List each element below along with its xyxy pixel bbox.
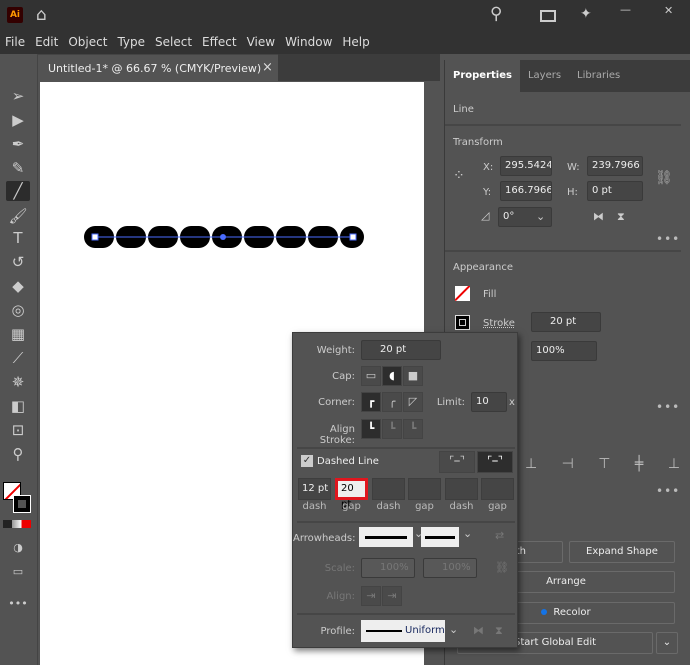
align-outside-button: ┗ bbox=[403, 419, 423, 439]
expand-shape-button[interactable]: Expand Shape bbox=[569, 541, 675, 563]
tab-properties[interactable]: Properties bbox=[445, 60, 520, 92]
dashed-line-label: Dashed Line bbox=[317, 456, 379, 467]
align-stroke-label: Align Stroke: bbox=[319, 424, 355, 446]
fill-label[interactable]: Fill bbox=[483, 289, 496, 300]
start-arrowhead-select[interactable] bbox=[359, 527, 413, 547]
arrowheads-label: Arrowheads: bbox=[293, 533, 356, 544]
start-scale-field: 100% bbox=[361, 558, 415, 578]
butt-cap-button[interactable]: ▭ bbox=[361, 366, 381, 386]
align-inside-button: ┗ bbox=[382, 419, 402, 439]
align-center-button[interactable]: ┗ bbox=[361, 419, 381, 439]
limit-label: Limit: bbox=[436, 397, 465, 408]
arrow-align-tip-button: ⇥ bbox=[361, 586, 381, 606]
dash-1-field[interactable]: 12 pt bbox=[298, 478, 331, 500]
gap-2-field[interactable] bbox=[408, 478, 441, 500]
profile-dropdown[interactable]: ⌄ bbox=[449, 623, 458, 636]
end-scale-field: 100% bbox=[423, 558, 477, 578]
x-label: X: bbox=[483, 162, 494, 173]
cap-label: Cap: bbox=[332, 371, 355, 382]
constrain-proportions-icon[interactable]: ⛓ bbox=[655, 170, 673, 186]
anchor-point-end bbox=[349, 233, 357, 241]
object-type-label: Line bbox=[453, 104, 474, 115]
dashed-line-checkbox[interactable]: ✓ bbox=[301, 455, 313, 467]
flip-vertical-icon[interactable]: ⧗ bbox=[617, 210, 625, 224]
global-edit-dropdown[interactable]: ⌄ bbox=[656, 632, 678, 654]
minimize-button[interactable]: — bbox=[620, 3, 631, 16]
align-more-button[interactable]: ••• bbox=[656, 484, 680, 498]
stroke-label[interactable]: Stroke bbox=[483, 318, 515, 329]
weight-label: Weight: bbox=[316, 345, 355, 356]
profile-value: Uniform bbox=[405, 625, 445, 636]
appearance-title: Appearance bbox=[453, 262, 514, 273]
end-arrowhead-dropdown[interactable]: ⌄ bbox=[463, 527, 472, 540]
link-scale-icon: ⛓ bbox=[495, 561, 509, 574]
angle-dropdown-icon[interactable]: ⌄ bbox=[536, 210, 545, 223]
reference-point-icon[interactable]: ⁘ bbox=[453, 168, 465, 184]
gap-3-field[interactable] bbox=[481, 478, 514, 500]
dash-2-label: dash bbox=[376, 501, 401, 512]
w-label: W: bbox=[567, 162, 580, 173]
flip-profile-vertical-icon: ⧗ bbox=[495, 624, 503, 637]
profile-select[interactable]: Uniform bbox=[361, 620, 445, 642]
gap-2-label: gap bbox=[415, 501, 434, 512]
stroke-panel-popup: Weight: 20 pt Cap: ▭ ◖ ■ Corner: ┏ ╭ ◸ L… bbox=[292, 332, 518, 648]
miter-join-button[interactable]: ┏ bbox=[361, 392, 381, 412]
projecting-cap-button[interactable]: ■ bbox=[403, 366, 423, 386]
dash-1-label: dash bbox=[302, 501, 327, 512]
round-join-button[interactable]: ╭ bbox=[382, 392, 402, 412]
recolor-dot-icon bbox=[541, 609, 548, 615]
bevel-join-button[interactable]: ◸ bbox=[403, 392, 423, 412]
tab-layers[interactable]: Layers bbox=[520, 60, 569, 92]
preserve-dash-button[interactable]: ⌜⎯⌝ bbox=[439, 451, 475, 473]
transform-title: Transform bbox=[453, 137, 503, 148]
recolor-label: Recolor bbox=[553, 607, 591, 618]
fill-swatch[interactable] bbox=[455, 286, 470, 301]
align-icons[interactable]: ⊥ ⊣ ⊤ ╪ ⊥ bbox=[525, 456, 690, 472]
limit-field[interactable]: 10 bbox=[471, 392, 507, 412]
close-window-button[interactable]: ✕ bbox=[664, 4, 673, 17]
appearance-more-button[interactable]: ••• bbox=[656, 400, 680, 414]
align-dash-corners-button[interactable]: ⌜⎯⌝ bbox=[477, 451, 513, 473]
workspace-icon[interactable] bbox=[540, 10, 556, 22]
angle-icon: ◿ bbox=[481, 209, 490, 222]
lightbulb-icon[interactable]: ✦ bbox=[580, 6, 592, 22]
end-arrowhead-select[interactable] bbox=[421, 527, 459, 547]
h-field[interactable]: 0 pt bbox=[587, 181, 643, 201]
corner-label: Corner: bbox=[318, 397, 355, 408]
stroke-swatch[interactable] bbox=[455, 315, 470, 330]
gap-1-field[interactable]: 20 pt bbox=[335, 478, 368, 510]
h-label: H: bbox=[567, 187, 578, 198]
profile-label: Profile: bbox=[320, 626, 355, 637]
swap-arrowheads-icon: ⇄ bbox=[495, 529, 505, 542]
dash-2-field[interactable] bbox=[372, 478, 405, 500]
center-point bbox=[220, 234, 226, 240]
transform-more-button[interactable]: ••• bbox=[656, 232, 680, 246]
gap-3-label: gap bbox=[488, 501, 507, 512]
flip-profile-horizontal-icon: ⧓ bbox=[473, 624, 484, 637]
weight-field[interactable]: 20 pt bbox=[361, 340, 441, 360]
opacity-field[interactable]: 100% bbox=[531, 341, 597, 361]
limit-unit: x bbox=[509, 397, 515, 408]
x-field[interactable]: 295.5424 p bbox=[500, 156, 552, 176]
scale-label: Scale: bbox=[324, 563, 355, 574]
tab-libraries[interactable]: Libraries bbox=[569, 60, 628, 92]
anchor-point-start bbox=[91, 233, 99, 241]
flip-horizontal-icon[interactable]: ⧓ bbox=[593, 210, 604, 223]
y-field[interactable]: 166.7966 p bbox=[500, 181, 552, 201]
search-icon[interactable]: ⚲ bbox=[490, 4, 502, 24]
arrow-align-end-button: ⇥ bbox=[382, 586, 402, 606]
align-arrow-label: Align: bbox=[326, 591, 355, 602]
dash-3-field[interactable] bbox=[445, 478, 478, 500]
stroke-weight-field[interactable]: 20 pt bbox=[531, 312, 601, 332]
y-label: Y: bbox=[483, 187, 492, 198]
w-field[interactable]: 239.7966 p bbox=[587, 156, 643, 176]
gap-1-label: gap bbox=[342, 501, 361, 512]
dash-3-label: dash bbox=[449, 501, 474, 512]
round-cap-button[interactable]: ◖ bbox=[382, 366, 402, 386]
